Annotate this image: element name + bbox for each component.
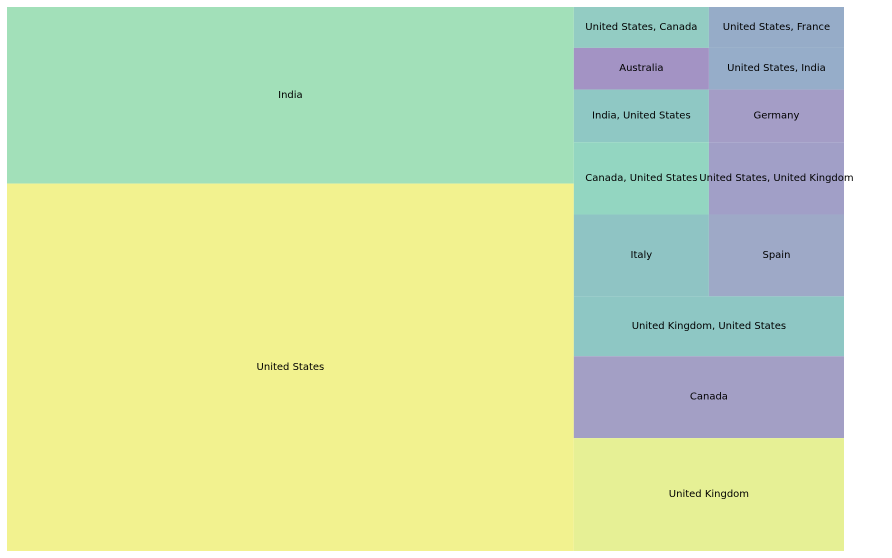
treemap-label-united-states-united-kingdom: United States, United Kingdom xyxy=(699,173,853,184)
treemap-label-australia: Australia xyxy=(619,63,663,74)
treemap-label-united-kingdom: United Kingdom xyxy=(669,489,749,500)
treemap-label-united-states-india: United States, India xyxy=(727,63,826,74)
treemap-label-spain: Spain xyxy=(762,250,790,261)
treemap-label-india-united-states: India, United States xyxy=(592,110,691,121)
treemap-label-united-states-canada: United States, Canada xyxy=(585,22,697,33)
treemap-label-germany: Germany xyxy=(753,110,799,121)
treemap-label-italy: Italy xyxy=(631,250,653,261)
treemap-label-canada: Canada xyxy=(690,392,728,403)
treemap-label-united-kingdom-united-states: United Kingdom, United States xyxy=(632,321,786,332)
treemap-chart: India United States United States, Canada U… xyxy=(7,7,854,552)
treemap-label-united-states-france: United States, France xyxy=(723,22,830,33)
treemap-label-united-states: United States xyxy=(257,362,325,373)
treemap-label-canada-united-states: Canada, United States xyxy=(585,173,697,184)
treemap-label-india: India xyxy=(278,90,303,101)
